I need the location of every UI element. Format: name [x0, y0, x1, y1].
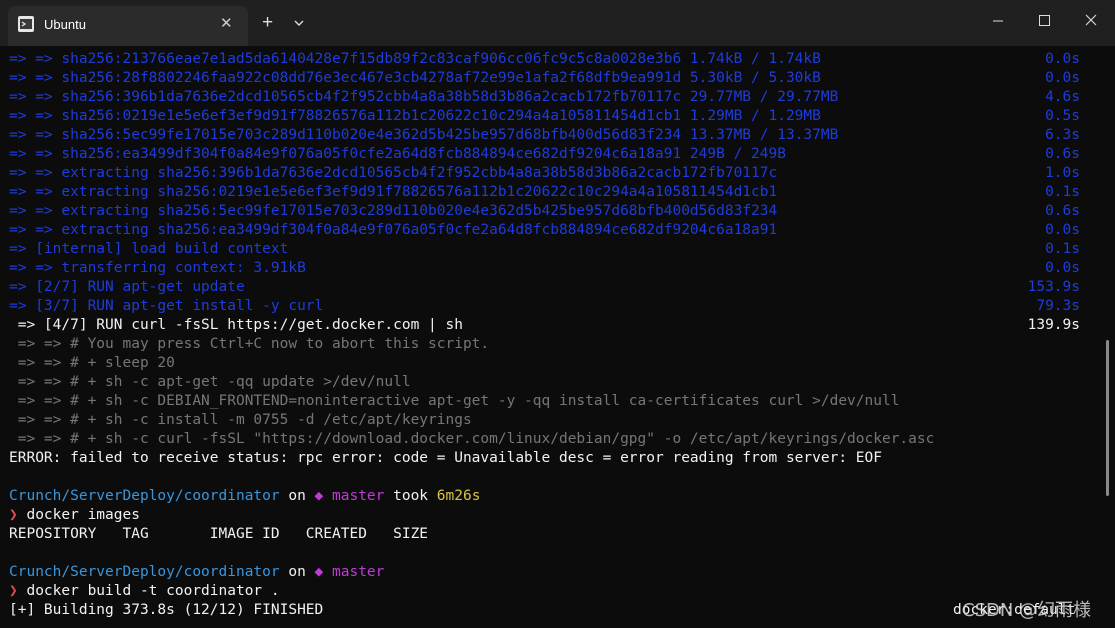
- step-output-line: => => # + sh -c curl -fsSL "https://down…: [9, 431, 935, 447]
- active-step-time: 139.9s: [1027, 317, 1080, 333]
- step-time: 0.6s: [1045, 146, 1080, 162]
- prompt-branch: master: [323, 564, 385, 580]
- step-time: 0.1s: [1045, 241, 1080, 257]
- build-step: => => extracting sha256:ea3499df304f0a84…: [9, 222, 778, 238]
- build-step: => [3/7] RUN apt-get install -y curl: [9, 298, 324, 314]
- build-step: => => extracting sha256:5ec99fe17015e703…: [9, 203, 778, 219]
- chevron-down-icon[interactable]: [292, 16, 306, 30]
- step-output-line: => => # + sleep 20: [9, 355, 175, 371]
- tab-title: Ubuntu: [44, 17, 86, 32]
- title-bar: Ubuntu ✕ +: [0, 0, 1115, 46]
- step-time: 6.3s: [1045, 127, 1080, 143]
- active-build-step: => [4/7] RUN curl -fsSL https://get.dock…: [9, 317, 463, 333]
- close-window-icon[interactable]: [1067, 0, 1113, 40]
- prompt-path: Crunch/ServerDeploy/coordinator: [9, 564, 280, 580]
- prompt-branch: master: [323, 488, 385, 504]
- step-output-line: => => # You may press Ctrl+C now to abor…: [9, 336, 490, 352]
- prompt-took: took: [384, 488, 437, 504]
- git-branch-icon: ◆: [314, 488, 324, 504]
- step-time: 0.0s: [1045, 51, 1080, 67]
- step-time: 0.0s: [1045, 70, 1080, 86]
- plus-icon[interactable]: +: [262, 13, 273, 33]
- step-output-line: => => # + sh -c DEBIAN_FRONTEND=noninter…: [9, 393, 900, 409]
- terminal-output[interactable]: => => sha256:213766eae7e1ad5da6140428e7f…: [0, 46, 1115, 628]
- watermark: CSDN @幻雨様: [962, 600, 1092, 621]
- build-step: => => sha256:ea3499df304f0a84e9f076a05f0…: [9, 146, 786, 162]
- command-text: docker images: [17, 507, 140, 523]
- images-table-header: REPOSITORY TAG IMAGE ID CREATED SIZE: [9, 526, 429, 542]
- shell-prompt: Crunch/ServerDeploy/coordinator on ◆ mas…: [9, 563, 384, 582]
- build-step: => => transferring context: 3.91kB: [9, 260, 306, 276]
- build-step: => => sha256:396b1da7636e2dcd10565cb4f2f…: [9, 89, 839, 105]
- step-output-line: => => # + sh -c apt-get -qq update >/dev…: [9, 374, 411, 390]
- build-step: => => sha256:5ec99fe17015e703c289d110b02…: [9, 127, 839, 143]
- close-icon[interactable]: ✕: [220, 14, 233, 32]
- git-branch-icon: ◆: [314, 564, 324, 580]
- maximize-icon[interactable]: [1021, 0, 1067, 40]
- build-status-line: [+] Building 373.8s (12/12) FINISHED: [9, 602, 324, 618]
- scrollbar-thumb[interactable]: [1106, 340, 1109, 496]
- build-step: => => sha256:0219e1e5e6ef3ef9d91f7882657…: [9, 108, 821, 124]
- build-step: => => extracting sha256:396b1da7636e2dcd…: [9, 165, 778, 181]
- step-time: 79.3s: [1036, 298, 1080, 314]
- prompt-duration: 6m26s: [436, 488, 481, 504]
- prompt-symbol-icon: ❯: [9, 507, 18, 523]
- prompt-on: on: [279, 488, 315, 504]
- step-time: 0.0s: [1045, 222, 1080, 238]
- ubuntu-tab-icon: [18, 16, 34, 32]
- build-step: => => extracting sha256:0219e1e5e6ef3ef9…: [9, 184, 778, 200]
- build-step: => [internal] load build context: [9, 241, 289, 257]
- command-line: ❯ docker images: [9, 506, 140, 525]
- build-step: => => sha256:213766eae7e1ad5da6140428e7f…: [9, 51, 821, 67]
- prompt-symbol-icon: ❯: [9, 583, 18, 599]
- step-time: 0.6s: [1045, 203, 1080, 219]
- error-message: ERROR: failed to receive status: rpc err…: [9, 450, 882, 466]
- prompt-on: on: [279, 564, 315, 580]
- step-time: 0.0s: [1045, 260, 1080, 276]
- command-line: ❯ docker build -t coordinator .: [9, 582, 280, 601]
- build-step: => => sha256:28f8802246faa922c08dd76e3ec…: [9, 70, 821, 86]
- build-step: => [2/7] RUN apt-get update: [9, 279, 245, 295]
- shell-prompt: Crunch/ServerDeploy/coordinator on ◆ mas…: [9, 487, 480, 506]
- tab-ubuntu[interactable]: Ubuntu ✕: [8, 6, 248, 46]
- step-output-line: => => # + sh -c install -m 0755 -d /etc/…: [9, 412, 472, 428]
- step-time: 1.0s: [1045, 165, 1080, 181]
- minimize-icon[interactable]: [975, 0, 1021, 40]
- step-time: 0.5s: [1045, 108, 1080, 124]
- prompt-path: Crunch/ServerDeploy/coordinator: [9, 488, 280, 504]
- step-time: 4.6s: [1045, 89, 1080, 105]
- command-text: docker build -t coordinator .: [17, 583, 280, 599]
- step-time: 153.9s: [1027, 279, 1080, 295]
- step-time: 0.1s: [1045, 184, 1080, 200]
